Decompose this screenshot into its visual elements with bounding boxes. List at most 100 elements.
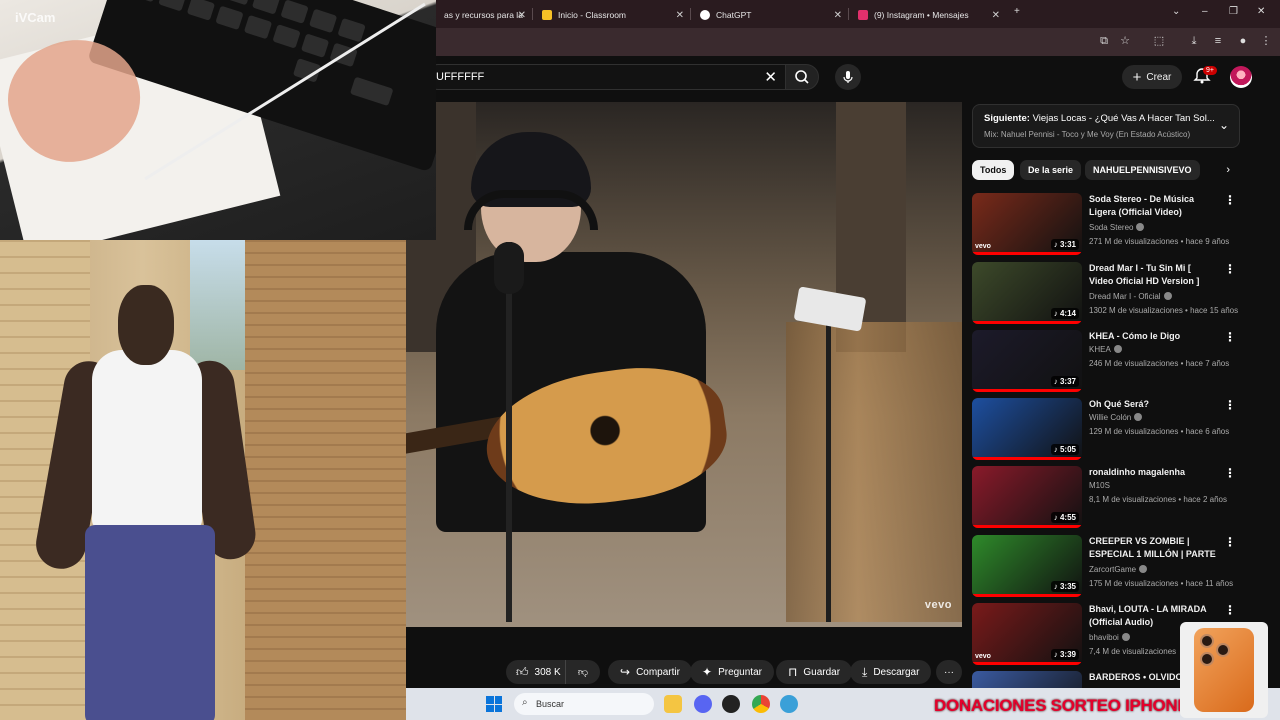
studio-wood-panel [786, 322, 962, 622]
duration-badge: ♪ 3:39 [1050, 649, 1079, 660]
tab-classroom[interactable]: Inicio - Classroom ✕ [534, 4, 690, 26]
classroom-icon [542, 10, 552, 20]
verified-icon [1136, 223, 1145, 231]
browser-globe-icon[interactable] [780, 695, 798, 713]
more-options-icon[interactable]: ⋮ [1224, 398, 1236, 412]
more-icon: ··· [944, 666, 954, 678]
video-thumbnail[interactable]: ♪ 3:35 [972, 535, 1082, 597]
chip-all[interactable]: Todos [972, 160, 1015, 180]
video-title[interactable]: ronaldinho magalenha [1089, 466, 1217, 479]
duration-badge: ♪ 3:37 [1050, 376, 1079, 387]
more-actions-button[interactable]: ··· [936, 660, 962, 684]
video-title[interactable]: Dread Mar I - Tu Sin Mi [ Video Oficial … [1089, 262, 1217, 288]
verified-icon [1121, 633, 1130, 641]
character-head [118, 285, 174, 365]
microphone-icon [843, 71, 853, 83]
video-title[interactable]: Soda Stereo - De Música Ligera (Official… [1089, 193, 1217, 219]
recommendation-item[interactable]: ♪ 5:05 Oh Qué Será? Willie Colón 129 M d… [972, 398, 1240, 462]
video-thumbnail[interactable]: ♪ 3:37 [972, 330, 1082, 392]
chatgpt-icon [700, 10, 710, 20]
chevron-right-icon[interactable]: › [1226, 164, 1230, 176]
video-title[interactable]: Oh Qué Será? [1089, 398, 1217, 411]
more-options-icon[interactable]: ⋮ [1224, 330, 1236, 344]
like-count: 308 K [534, 666, 561, 678]
channel-name[interactable]: Soda Stereo [1089, 223, 1145, 232]
search-input[interactable]: UFFFFFF ✕ [425, 64, 785, 90]
recommendation-item[interactable]: ♪ 3:35 CREEPER VS ZOMBIE | ESPECIAL 1 MI… [972, 535, 1240, 599]
recommendation-item[interactable]: ♪ 4:55 ronaldinho magalenha M10S 8,1 M d… [972, 466, 1240, 530]
install-app-icon[interactable]: ⧉ [1097, 34, 1111, 48]
download-button[interactable]: ⤓ Descargar [850, 660, 932, 684]
app-icon[interactable] [722, 695, 740, 713]
discord-icon[interactable] [694, 695, 712, 713]
dislike-button[interactable]: 👎︎ [566, 660, 600, 684]
ask-button[interactable]: ✦ Preguntar [690, 660, 774, 684]
video-title[interactable]: KHEA - Cómo le Digo [1089, 330, 1217, 343]
share-icon: ↪ [620, 665, 631, 679]
video-thumbnail[interactable]: vevo ♪ 3:39 [972, 603, 1082, 665]
recommendation-item[interactable]: ♪ 4:14 Dread Mar I - Tu Sin Mi [ Video O… [972, 262, 1240, 326]
vevo-label: vevo [975, 653, 991, 660]
create-button[interactable]: + Crear [1122, 65, 1182, 89]
channel-name[interactable]: Dread Mar I - Oficial [1089, 292, 1172, 301]
video-player[interactable]: vevo [406, 102, 962, 627]
more-options-icon[interactable]: ⋮ [1224, 535, 1236, 549]
more-options-icon[interactable]: ⋮ [1224, 603, 1236, 617]
channel-name[interactable]: ZarcortGame [1089, 565, 1148, 574]
more-options-icon[interactable]: ⋮ [1224, 466, 1236, 480]
up-next-panel[interactable]: Siguiente: Viejas Locas - ¿Qué Vas A Hac… [972, 104, 1240, 148]
chip-series[interactable]: De la serie [1020, 160, 1082, 180]
channel-name[interactable]: bhaviboi [1089, 633, 1130, 642]
menu-kebab-icon[interactable]: ⋮ [1259, 34, 1273, 48]
video-thumbnail[interactable]: ♪ 4:14 [972, 262, 1082, 324]
new-tab-button[interactable]: + [1014, 6, 1020, 17]
clear-search-icon[interactable]: ✕ [764, 68, 777, 86]
like-button[interactable]: 👍︎ 308 K [506, 660, 566, 684]
tab-resources[interactable]: as y recursos para la ✕ [436, 4, 532, 26]
tab-chatgpt[interactable]: ChatGPT ✕ [692, 4, 848, 26]
watch-progress-bar [972, 457, 1082, 460]
chevron-down-icon[interactable]: ⌄ [1219, 118, 1229, 132]
close-icon[interactable]: ✕ [518, 10, 526, 21]
chrome-icon[interactable] [752, 695, 770, 713]
recommendation-item[interactable]: vevo ♪ 3:31 Soda Stereo - De Música Lige… [972, 193, 1240, 257]
account-avatar[interactable] [1230, 66, 1252, 88]
more-options-icon[interactable]: ⋮ [1224, 193, 1236, 207]
profile-icon[interactable]: ● [1236, 34, 1250, 48]
close-icon[interactable]: ✕ [676, 10, 684, 21]
video-title[interactable]: CREEPER VS ZOMBIE | ESPECIAL 1 MILLÓN | … [1089, 535, 1217, 561]
video-meta: 8,1 M de visualizaciones • hace 2 años [1089, 495, 1227, 504]
extensions-icon[interactable]: ⬚ [1152, 34, 1166, 48]
watch-progress-bar [972, 662, 1082, 665]
brick-wall-right [245, 240, 406, 720]
reading-list-icon[interactable]: ≡ [1211, 34, 1225, 48]
tab-instagram[interactable]: (9) Instagram • Mensajes ✕ [850, 4, 1006, 26]
download-icon[interactable]: ⤓ [1187, 34, 1201, 48]
search-button[interactable] [785, 64, 819, 90]
windows-start-icon[interactable] [486, 696, 502, 712]
close-icon[interactable]: ✕ [834, 10, 842, 21]
minimize-button[interactable]: – [1202, 6, 1208, 17]
file-explorer-icon[interactable] [664, 695, 682, 713]
chip-channel[interactable]: NAHUELPENNISIVEVO [1085, 160, 1200, 180]
channel-name[interactable]: Willie Colón [1089, 413, 1143, 422]
channel-name[interactable]: M10S [1089, 481, 1110, 490]
close-window-button[interactable]: ✕ [1257, 6, 1265, 17]
recommendation-item[interactable]: ♪ 3:37 KHEA - Cómo le Digo KHEA 246 M de… [972, 330, 1240, 394]
close-icon[interactable]: ✕ [992, 10, 1000, 21]
up-next-title: Viejas Locas - ¿Qué Vas A Hacer Tan Sol.… [1032, 113, 1215, 124]
maximize-button[interactable]: ❐ [1229, 6, 1238, 17]
sparkle-icon: ✦ [702, 665, 713, 679]
more-options-icon[interactable]: ⋮ [1224, 262, 1236, 276]
video-thumbnail[interactable]: vevo ♪ 3:31 [972, 193, 1082, 255]
save-button[interactable]: ⊓ Guardar [776, 660, 853, 684]
voice-search-button[interactable] [835, 64, 861, 90]
watch-progress-bar [972, 594, 1082, 597]
video-thumbnail[interactable]: ♪ 5:05 [972, 398, 1082, 460]
bookmark-star-icon[interactable]: ☆ [1118, 34, 1132, 48]
tab-search-icon[interactable]: ⌄ [1172, 6, 1180, 17]
channel-name[interactable]: KHEA [1089, 345, 1122, 354]
video-thumbnail[interactable]: ♪ 4:55 [972, 466, 1082, 528]
share-button[interactable]: ↪ Compartir [608, 660, 692, 684]
taskbar-search[interactable]: ⌕ Buscar [514, 693, 654, 715]
